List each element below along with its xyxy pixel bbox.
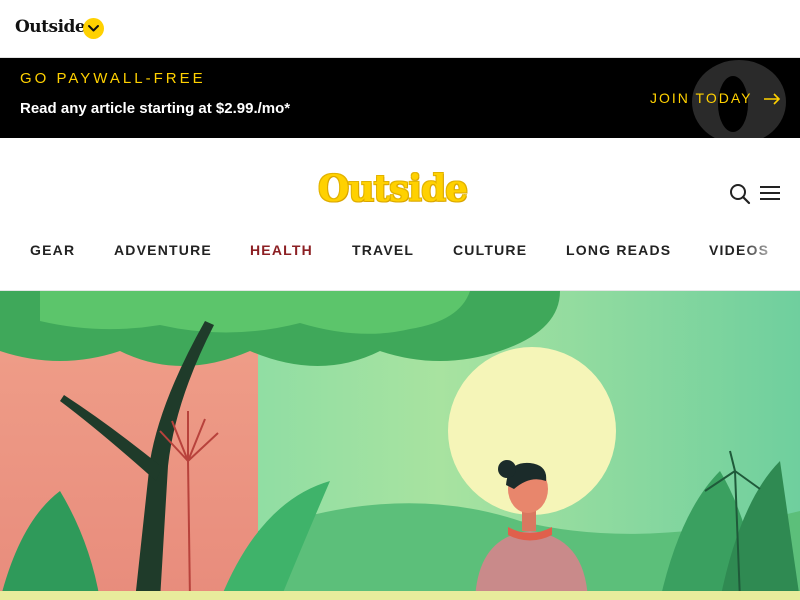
nav-item-culture[interactable]: CULTURE [453,242,527,258]
paywall-promo-banner: GO PAYWALL-FREE Read any article startin… [0,58,800,138]
join-today-button[interactable]: JOIN TODAY [650,90,752,106]
main-nav: GEAR ADVENTURE HEALTH TRAVEL CULTURE LON… [0,242,800,264]
hero-illustration[interactable] [0,291,800,600]
promo-subtext: Read any article starting at $2.99./mo* [20,100,291,117]
brand-logo-small[interactable]: Outside [15,17,86,37]
top-bar: Outside [0,0,800,58]
nav-item-gear[interactable]: GEAR [30,242,75,258]
illustration-woman-sunset-plants-icon [0,291,800,600]
search-icon[interactable] [729,183,751,210]
nav-item-long-reads[interactable]: LONG READS [566,242,671,258]
masthead: Outside GEAR ADVENTURE HEALTH TRAVEL CUL… [0,138,800,291]
main-logo[interactable]: Outside [318,168,468,210]
arrow-right-icon[interactable] [763,92,781,110]
nav-item-health[interactable]: HEALTH [250,242,313,258]
promo-headline: GO PAYWALL-FREE [20,70,206,87]
nav-item-adventure[interactable]: ADVENTURE [114,242,212,258]
nav-item-travel[interactable]: TRAVEL [352,242,414,258]
hamburger-menu-icon[interactable] [759,185,781,206]
chevron-down-icon[interactable] [83,18,104,39]
nav-fade-overlay [740,242,800,264]
